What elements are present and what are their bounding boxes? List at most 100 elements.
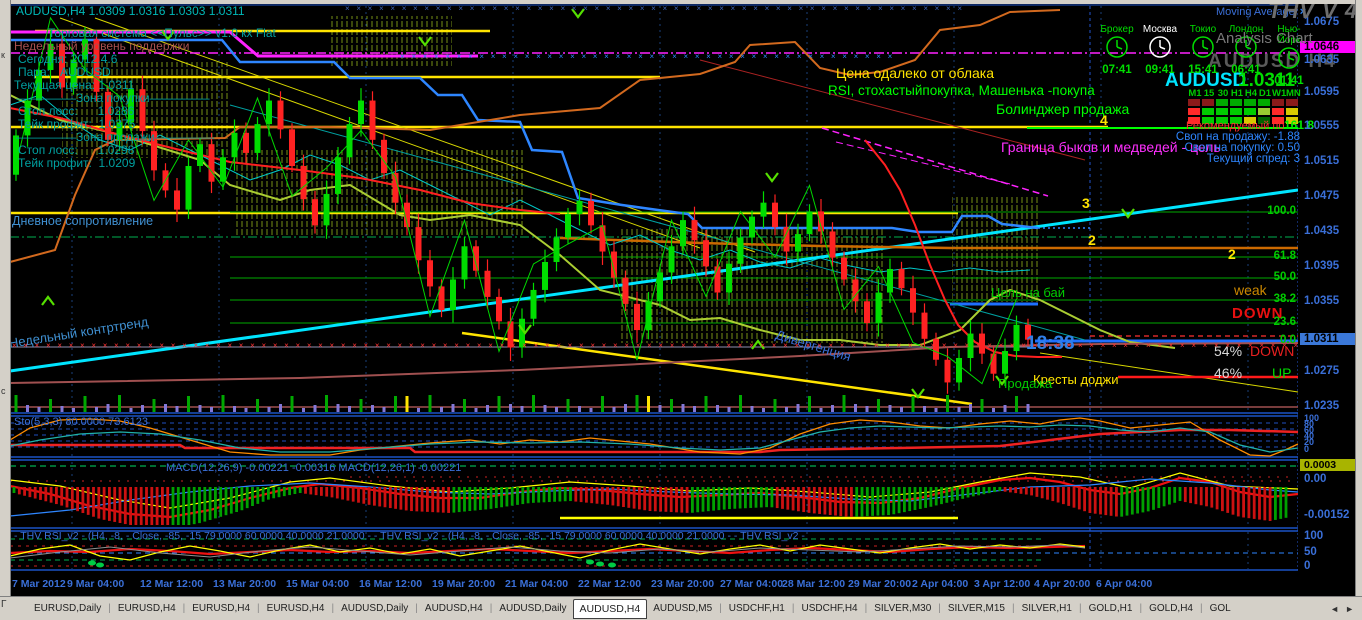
tf-cell [1286,108,1298,115]
scale-value-100: 100 [1304,530,1324,542]
annotation-rsi-stoch: RSI, стохастыйпокупка, Машенька -покупа [828,83,1095,98]
clock-time: 09:41 [1145,64,1175,76]
scale-value-1.0311: 1.0311 [1300,333,1357,345]
clock-icon [1192,36,1214,58]
tf-header: D1 [1258,88,1272,99]
tf-cell [1244,108,1256,115]
time-label: 6 Apr 04:00 [1096,578,1153,590]
tf-cell [1202,99,1214,106]
time-label: 3 Apr 12:00 [974,578,1031,590]
tab-corner-glyph: Г [1,599,7,610]
tab-gold-h1[interactable]: GOLD,H1 [1083,600,1139,618]
time-label: 15 Mar 04:00 [286,578,350,590]
tab-audusd-h4[interactable]: AUDUSD,H4 [572,598,648,619]
tf-cell [1258,99,1270,106]
spread-label: Текущий спред: 3 [1206,153,1300,165]
tab-silver-h1[interactable]: SILVER,H1 [1016,600,1078,618]
tab-audusd-daily[interactable]: AUDUSD,Daily [493,600,572,618]
fib-label-100.0: 100.0 [1267,205,1296,217]
x-row-0: × × × × × × × × × × × × × × × × × × × × … [345,4,966,13]
tab-silver-m15[interactable]: SILVER,M15 [942,600,1011,618]
scale-value-0.00: 0.00 [1304,473,1327,485]
tab-gold-h4[interactable]: GOLD,H4 [1143,600,1199,618]
scale-value-1.0555: 1.0555 [1304,120,1340,132]
window-frame-left [0,0,11,596]
tab-separator: | [791,603,795,614]
fib-label-50.0: 50.0 [1273,271,1296,283]
time-label: 29 Mar 20:00 [848,578,912,590]
tab-eurusd-h4[interactable]: EURUSD,H4 [112,600,182,618]
scale-value-1.0515: 1.0515 [1304,155,1340,167]
annotation-daily-resistance: Дневное сопротивление [12,214,154,228]
tab-separator: | [489,603,493,614]
strip-letter: к [1,50,5,60]
scale-value-1.0355: 1.0355 [1304,295,1340,307]
tf-cell [1216,99,1228,106]
tf-cell [1272,108,1284,115]
time-label: 9 Mar 04:00 [67,578,125,590]
buy-stoploss-label: Стоп лосс: 1.0286 [18,104,135,118]
window-frame-top [0,0,1362,4]
tab-audusd-daily[interactable]: AUDUSD,Daily [335,600,414,618]
wave-number-2a: 2 [1088,232,1096,248]
stochastic-label: Sto(5,3,3) 80.0000 73.6123 [14,416,148,428]
strip-letter: с [1,386,6,396]
tf-header: W1 [1272,88,1287,99]
sell-zone-label: —————Зона продажи————— [16,130,215,144]
tab-eurusd-h4[interactable]: EURUSD,H4 [186,600,256,618]
time-label: 23 Mar 20:00 [651,578,715,590]
tab-scroll-left-icon[interactable]: ◄ [1330,604,1339,614]
tf-cell [1244,99,1256,106]
annotation-target-buy: Цель на бай [991,285,1066,300]
tab-silver-m30[interactable]: SILVER,M30 [868,600,937,618]
tf-header: M1 [1188,88,1202,99]
annotation-price-far-from-cloud: Цена одалеко от облака [836,65,995,81]
tf-row-1 [1188,108,1300,115]
percent-up: 46% [1214,365,1243,381]
sell-takeprofit-label: Тейк профит: 1.0209 [18,156,136,170]
tf-header: H1 [1230,88,1244,99]
ch art-canvas[interactable] [10,4,1298,571]
time-label: 27 Mar 04:00 [720,578,784,590]
scale-value-1.0595: 1.0595 [1304,86,1340,98]
chart-tab-bar: EURUSD,Daily | EURUSD,H4 | EURUSD,H4 | EURUSD,… [0,596,1362,620]
clock-time: 15:41 [1188,64,1218,76]
scale-value-0.0003: 0.0003 [1300,459,1357,471]
macd-label: MACD(12,26,9) -0.00221 -0.00316 MACD(12,… [166,462,462,474]
thv-rsi-label: - THV RSI_v2 - (H4, -8, - Close, -85, -1… [14,530,805,542]
x-row-2: × × × × × × × × × × × × × × × × × × × × … [12,341,1302,350]
tab-separator: | [257,603,260,614]
scale-value--0.00152: -0.00152 [1304,509,1350,521]
tab-usdchf-h1[interactable]: USDCHF,H1 [723,600,791,618]
tab-separator: | [1078,603,1082,614]
x-row-1: × × × × × × × × × × × × × × × × × × × × … [400,52,896,61]
scale-value-50: 50 [1304,546,1317,558]
time-label: 13 Mar 20:00 [213,578,277,590]
buy-zone-label: —————Зона покупки————— [16,91,210,105]
tf-cell [1230,99,1242,106]
annotation-bollinger: Болинджер продажа [996,101,1130,117]
tf-cell [1188,99,1200,106]
current-price-label: Текущая цена: 1.0311 [14,78,135,92]
time-axis[interactable]: 7 Mar 2012 9 Mar 04:00 12 Mar 12:00 13 Mar … [10,571,1355,596]
tf-cell [1202,108,1214,115]
tab-eurusd-daily[interactable]: EURUSD,Daily [28,600,107,618]
fib-label-38.2: 38.2 [1273,293,1296,305]
time-label: 19 Mar 20:00 [432,578,496,590]
tab-audusd-m5[interactable]: AUDUSD,M5 [647,600,718,618]
tf-row-0 [1188,99,1300,106]
tab-scroll-right-icon[interactable]: ► [1345,604,1354,614]
wave-number-2b: 2 [1228,246,1236,262]
tf-header: MN [1286,88,1301,99]
tab-separator: | [938,603,941,614]
tf-header: 30 [1217,88,1229,99]
tab-gol[interactable]: GOL [1204,600,1237,618]
tab-eurusd-h4[interactable]: EURUSD,H4 [261,600,331,618]
tab-audusd-h4[interactable]: AUDUSD,H4 [419,600,489,618]
up-word: UP [1272,365,1292,381]
scale-value-1.0395: 1.0395 [1304,260,1340,272]
tab-usdchf-h4[interactable]: USDCHF,H4 [795,600,863,618]
thv-subtitle: Analysis Chart [1216,30,1313,47]
window-frame-right [1355,0,1362,596]
tab-separator: | [415,603,418,614]
